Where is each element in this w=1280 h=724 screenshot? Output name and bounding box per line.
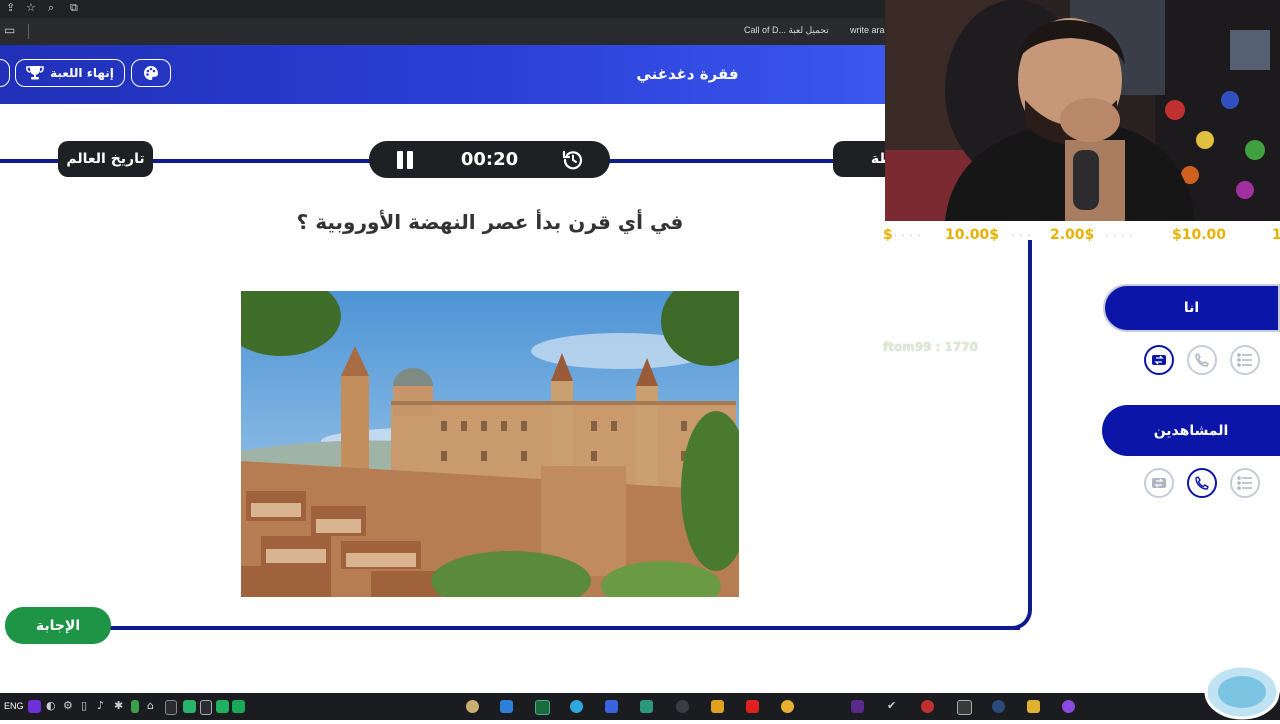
- swap-icon[interactable]: [1144, 345, 1174, 375]
- timer-bar: 00:20: [369, 141, 610, 178]
- pause-icon[interactable]: [395, 150, 415, 170]
- bookmark-call-of-duty[interactable]: تحميل لعبة ...Call of D: [744, 25, 829, 36]
- tips-ticker: $ · · · · 10.00$ · · · 2.00$ · · · · $10…: [883, 227, 1280, 245]
- swap-icon[interactable]: [1144, 468, 1174, 498]
- team-me-button[interactable]: انا: [1103, 284, 1280, 332]
- category-label: تاريخ العالم: [66, 151, 145, 167]
- app-icon[interactable]: [1062, 700, 1075, 713]
- header-edge-button[interactable]: [0, 59, 10, 87]
- folder-icon[interactable]: [1027, 700, 1040, 713]
- progress-track-bottom: [100, 626, 1020, 630]
- check-icon[interactable]: ✔: [887, 699, 896, 712]
- bluetooth-icon[interactable]: ✱: [114, 699, 123, 712]
- app-icon[interactable]: [605, 700, 618, 713]
- timer-value: 00:20: [460, 149, 519, 170]
- tip-name-faded: · · · ·: [893, 229, 922, 242]
- app-icon[interactable]: [921, 700, 934, 713]
- team-me-label: انا: [1183, 300, 1200, 316]
- chrome-icon[interactable]: [781, 700, 794, 713]
- segment-title: فقرة دغدغني: [636, 65, 739, 83]
- list-icon[interactable]: [1230, 468, 1260, 498]
- bookmark-star-icon[interactable]: ☆: [26, 1, 36, 14]
- youtube-icon[interactable]: [746, 700, 759, 713]
- mic-icon[interactable]: [165, 700, 177, 715]
- shield-icon[interactable]: [232, 700, 245, 713]
- telegram-icon[interactable]: [570, 700, 583, 713]
- phone-icon[interactable]: [1187, 468, 1217, 498]
- tip-amount: 2.00$: [1050, 227, 1095, 243]
- restart-icon[interactable]: [562, 149, 584, 171]
- app-icon[interactable]: [500, 700, 513, 713]
- network-icon[interactable]: ⌂: [147, 699, 154, 712]
- progress-track-right: [1012, 240, 1032, 630]
- tip-name-faded: · · ·: [1011, 229, 1032, 242]
- tray-icon[interactable]: ⚙: [63, 699, 73, 712]
- team-viewers-button[interactable]: المشاهدين: [1102, 405, 1280, 456]
- app-icon[interactable]: [640, 700, 653, 713]
- theme-button[interactable]: [131, 59, 171, 87]
- excel-icon[interactable]: [535, 700, 550, 715]
- tab-icon[interactable]: ▭: [4, 23, 15, 37]
- shield-icon[interactable]: [216, 700, 229, 713]
- list-icon[interactable]: [1230, 345, 1260, 375]
- channel-logo: [1200, 660, 1280, 720]
- chat-comment: ftom99 : 1770: [883, 340, 978, 354]
- next-icon[interactable]: [851, 700, 864, 713]
- onenote-icon[interactable]: [28, 700, 41, 713]
- search-icon[interactable]: ⌕: [48, 1, 54, 15]
- trophy-icon: [26, 66, 44, 80]
- volume-icon[interactable]: ♪: [97, 699, 104, 712]
- share-icon[interactable]: ⇪: [6, 1, 15, 14]
- language-indicator[interactable]: ENG: [4, 701, 24, 711]
- clipboard-icon[interactable]: [200, 700, 212, 715]
- epic-icon[interactable]: [957, 700, 972, 715]
- category-pill: تاريخ العالم: [58, 141, 153, 177]
- extensions-icon[interactable]: ⧉: [70, 1, 78, 15]
- rockstar-icon[interactable]: [711, 700, 724, 713]
- browser-toolbar: ⇪ ☆ ⌕ ⧉: [0, 0, 885, 18]
- tip-amount: 10.00$: [945, 227, 1000, 243]
- 4k-icon[interactable]: [676, 700, 689, 713]
- bookmark-write-arab[interactable]: write arab: [850, 25, 890, 35]
- bookmarks-bar: ▭ write arab تحميل لعبة ...Call of D: [0, 18, 890, 45]
- divider: [28, 24, 29, 39]
- tray-app-icon[interactable]: [131, 700, 139, 713]
- taskbar: ENG ◐ ⚙ ▯ ♪ ✱ ⌂ ✔: [0, 693, 1280, 720]
- tip-amount: $10.00: [1172, 227, 1227, 243]
- tip-amount: 1: [1272, 227, 1280, 243]
- answer-button[interactable]: الإجابة: [5, 607, 111, 644]
- battery-icon[interactable]: ▯: [81, 699, 87, 712]
- app-icon[interactable]: [466, 700, 479, 713]
- end-game-button[interactable]: إنهاء اللعبة: [15, 59, 125, 87]
- palette-icon: [144, 66, 158, 80]
- team-viewers-label: المشاهدين: [1153, 422, 1229, 439]
- end-game-label: إنهاء اللعبة: [50, 66, 114, 80]
- tip-name-faded: · · · ·: [1105, 229, 1134, 242]
- webcam-feed: [885, 0, 1280, 221]
- question-text: في أي قرن بدأ عصر النهضة الأوروبية ؟: [296, 210, 684, 234]
- question-image: [241, 291, 739, 597]
- steam-icon[interactable]: [992, 700, 1005, 713]
- tray-icon[interactable]: ◐: [46, 699, 56, 712]
- game-header: إنهاء اللعبة فقرة دغدغني: [0, 45, 885, 104]
- phone-icon[interactable]: [1187, 345, 1217, 375]
- tip-amount: $: [883, 227, 893, 243]
- tray-app-icon[interactable]: [183, 700, 196, 713]
